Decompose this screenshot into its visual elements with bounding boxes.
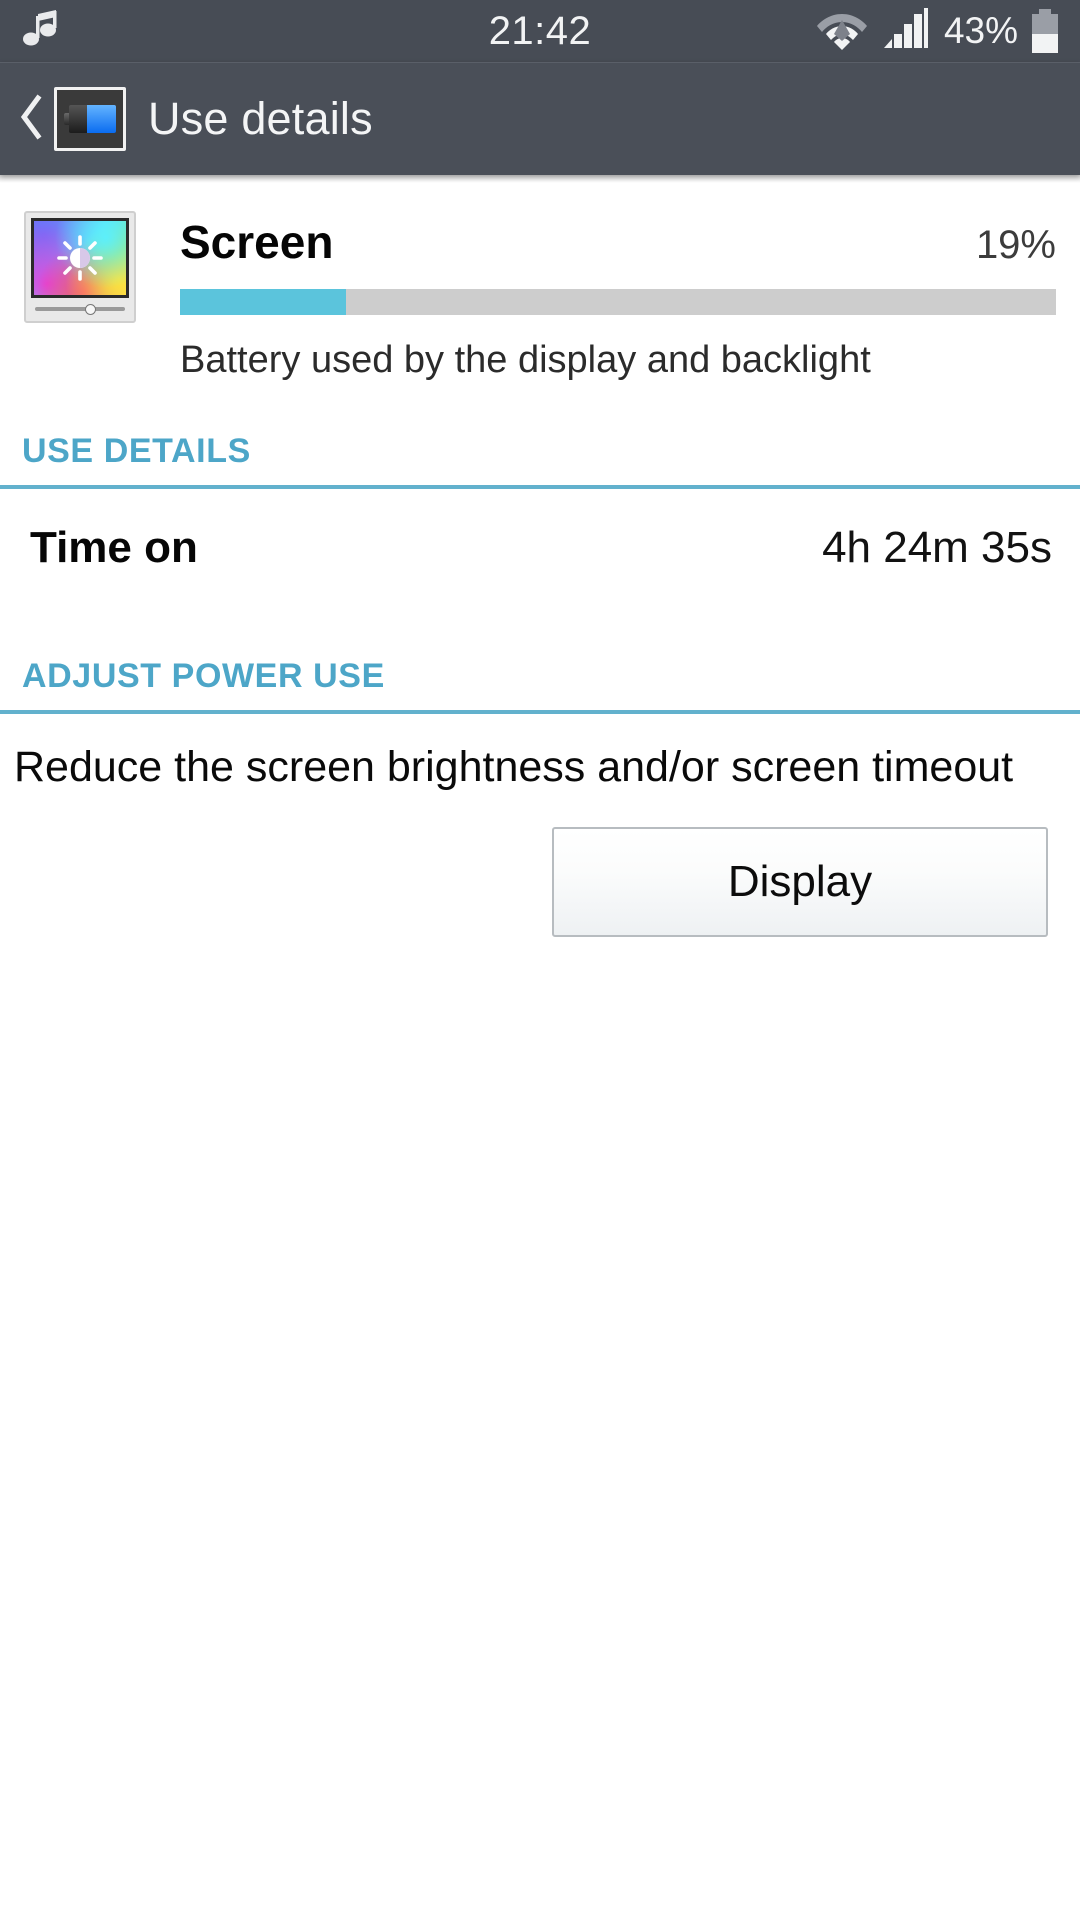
brightness-sun-icon: [57, 235, 103, 281]
back-chevron-icon: [18, 93, 44, 146]
cellular-signal-icon: [882, 7, 930, 55]
detail-value: 4h 24m 35s: [822, 523, 1052, 572]
power-use-button-row: Display: [0, 793, 1080, 937]
back-button[interactable]: [10, 89, 52, 149]
battery-glyph-icon: [64, 104, 116, 134]
usage-description: Battery used by the display and backligh…: [180, 339, 871, 381]
battery-icon: [1032, 9, 1058, 53]
usage-progress-fill: [180, 289, 347, 315]
brightness-slider-graphic: [35, 304, 125, 315]
detail-label: Time on: [30, 523, 198, 572]
status-bar-right-icons: 43%: [816, 7, 1058, 55]
usage-progress-bar: [180, 289, 1056, 315]
screen-usage-header: Screen 19%: [180, 215, 1056, 269]
wifi-icon: [816, 8, 868, 55]
screen-usage-body: Screen 19% Battery used by the display a…: [180, 211, 1056, 382]
power-use-advice-text: Reduce the screen brightness and/or scre…: [14, 743, 1014, 791]
page-title: Use details: [148, 93, 373, 144]
action-bar: Use details: [0, 62, 1080, 175]
screen-usage-entry: Screen 19% Battery used by the display a…: [0, 183, 1080, 382]
usage-percent: 19%: [975, 223, 1056, 267]
adjust-power-use-section-header: ADJUST POWER USE: [0, 657, 1080, 714]
status-bar: 21:42 43%: [0, 0, 1080, 62]
status-bar-battery-percent: 43%: [943, 10, 1018, 51]
detail-row-time-on: Time on 4h 24m 35s: [0, 489, 1080, 607]
usage-title: Screen: [180, 216, 334, 268]
screen-brightness-icon: [24, 211, 136, 323]
display-button[interactable]: Display: [552, 826, 1048, 937]
content-top-shadow: [0, 175, 1080, 183]
use-details-section-header: USE DETAILS: [0, 432, 1080, 489]
battery-app-icon[interactable]: [54, 87, 126, 151]
content-area: Screen 19% Battery used by the display a…: [0, 175, 1080, 937]
